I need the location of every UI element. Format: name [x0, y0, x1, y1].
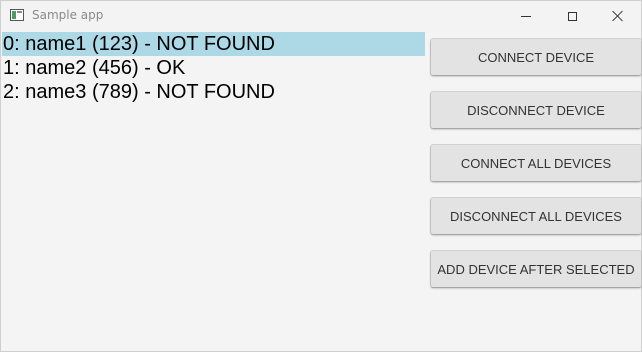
disconnect-all-devices-button[interactable]: DISCONNECT ALL DEVICES — [431, 198, 641, 234]
add-device-after-selected-button[interactable]: ADD DEVICE AFTER SELECTED — [431, 251, 641, 287]
maximize-button[interactable] — [549, 1, 595, 31]
device-list-item-1[interactable]: 1: name2 (456) - OK — [2, 56, 425, 80]
device-list-item-0[interactable]: 0: name1 (123) - NOT FOUND — [2, 32, 425, 56]
maximize-icon — [567, 11, 577, 21]
connect-all-devices-button[interactable]: CONNECT ALL DEVICES — [431, 145, 641, 181]
close-icon — [612, 10, 624, 22]
close-button[interactable] — [595, 1, 641, 31]
window-title: Sample app — [32, 8, 104, 22]
device-list[interactable]: 0: name1 (123) - NOT FOUND 1: name2 (456… — [2, 32, 425, 351]
app-window: Sample app 0: name1 (123) - NOT FOUND 1:… — [0, 0, 642, 352]
app-window-icon — [10, 9, 24, 21]
connect-device-button[interactable]: CONNECT DEVICE — [431, 39, 641, 75]
device-list-item-2[interactable]: 2: name3 (789) - NOT FOUND — [2, 80, 425, 104]
disconnect-device-button[interactable]: DISCONNECT DEVICE — [431, 92, 641, 128]
minimize-button[interactable] — [503, 1, 549, 31]
title-bar[interactable]: Sample app — [1, 1, 641, 31]
minimize-icon — [521, 15, 531, 17]
